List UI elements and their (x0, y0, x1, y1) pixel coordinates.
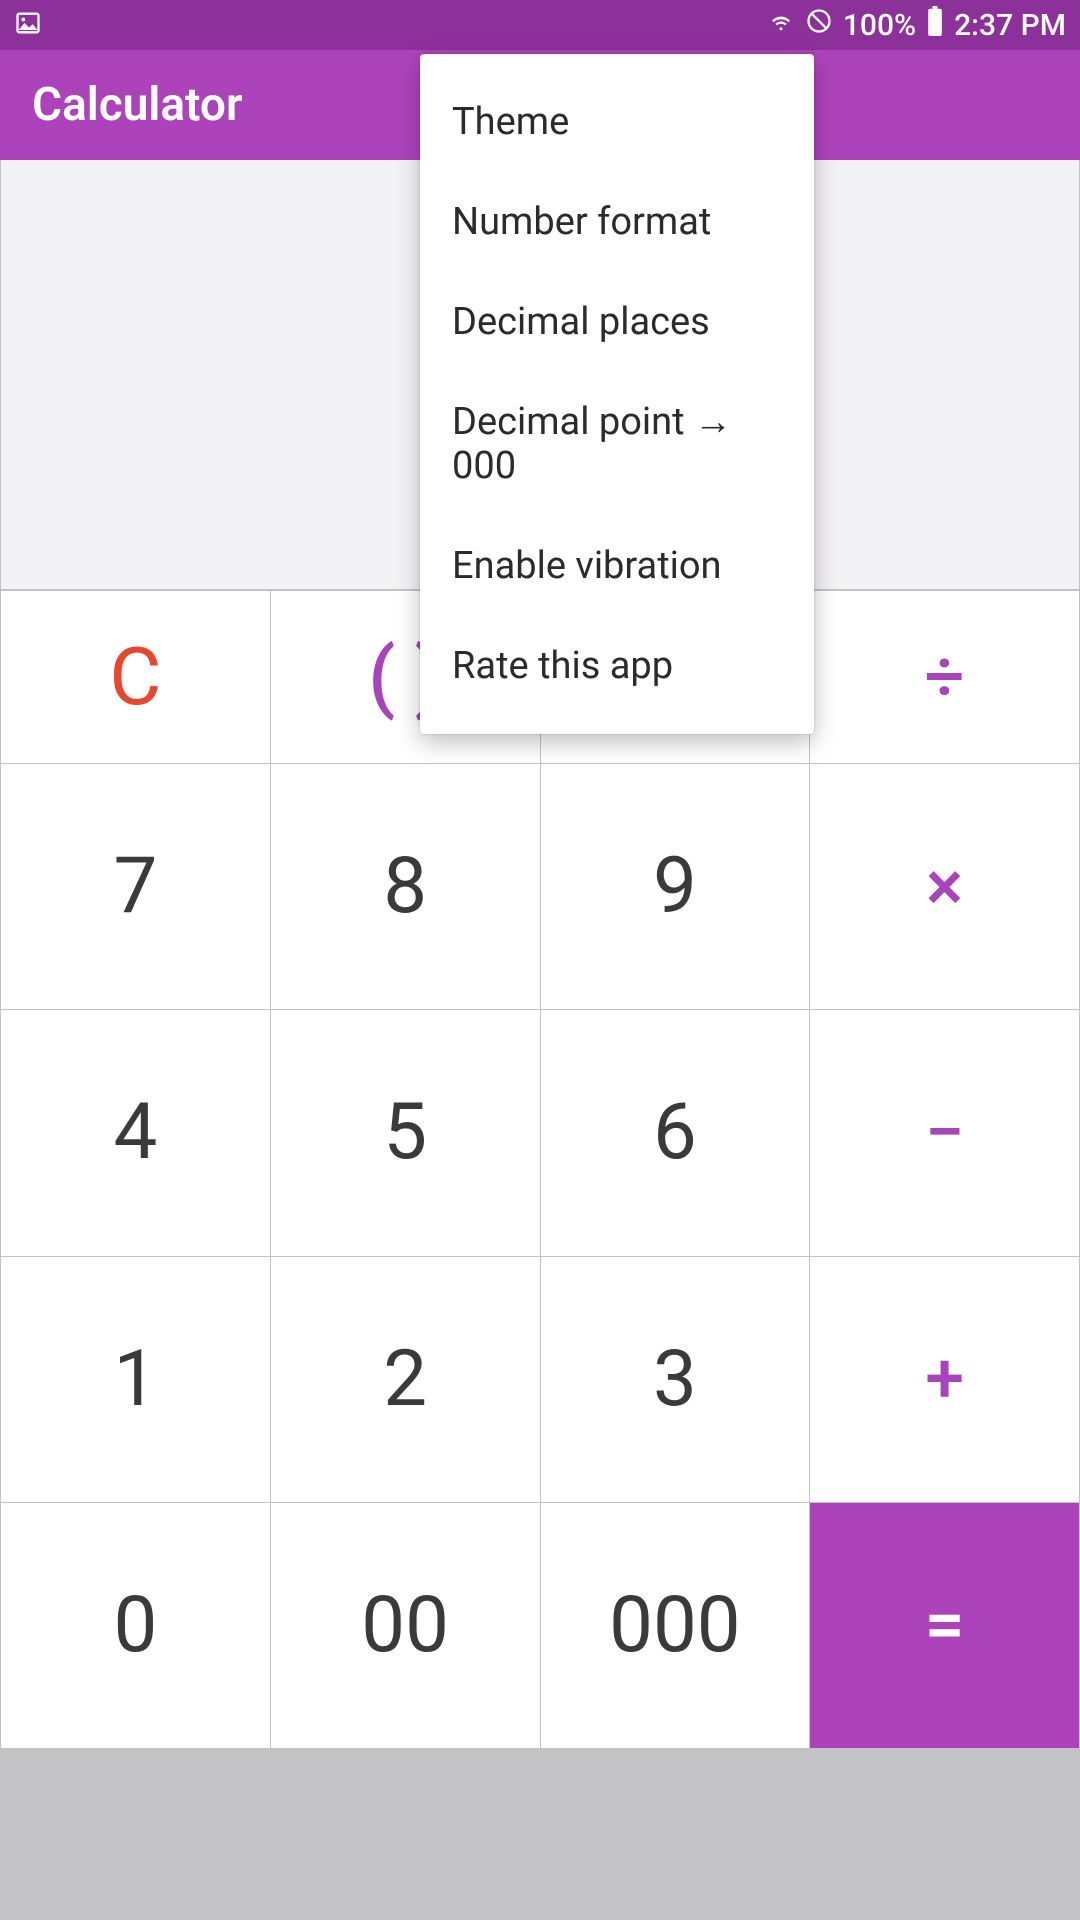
menu-item-rate-this-app[interactable]: Rate this app (420, 616, 814, 716)
menu-item-enable-vibration[interactable]: Enable vibration (420, 516, 814, 616)
menu-item-theme[interactable]: Theme (420, 72, 814, 172)
double-zero-button[interactable]: 00 (271, 1503, 540, 1748)
minus-button[interactable]: − (810, 1010, 1079, 1255)
triple-zero-button[interactable]: 000 (541, 1503, 810, 1748)
digit-6-button[interactable]: 6 (541, 1010, 810, 1255)
multiply-button[interactable]: × (810, 764, 1079, 1009)
digit-0-button[interactable]: 0 (1, 1503, 270, 1748)
digit-2-button[interactable]: 2 (271, 1257, 540, 1502)
digit-3-button[interactable]: 3 (541, 1257, 810, 1502)
divide-button[interactable]: ÷ (810, 591, 1079, 763)
clear-button[interactable]: C (1, 591, 270, 763)
digit-9-button[interactable]: 9 (541, 764, 810, 1009)
battery-icon (926, 6, 944, 44)
digit-1-button[interactable]: 1 (1, 1257, 270, 1502)
plus-button[interactable]: + (810, 1257, 1079, 1502)
picture-icon (14, 9, 42, 41)
digit-5-button[interactable]: 5 (271, 1010, 540, 1255)
menu-item-decimal-places[interactable]: Decimal places (420, 272, 814, 372)
app-title: Calculator (32, 78, 243, 132)
keypad: C ( ) ÷ 7 8 9 × 4 5 6 − 1 2 3 + 0 00 (0, 590, 1080, 1920)
battery-percent: 100% (843, 8, 916, 43)
digit-4-button[interactable]: 4 (1, 1010, 270, 1255)
menu-item-number-format[interactable]: Number format (420, 172, 814, 272)
no-signal-icon (805, 7, 833, 43)
clock: 2:37 PM (954, 8, 1066, 43)
equals-button[interactable]: = (810, 1503, 1079, 1748)
wifi-icon (767, 7, 795, 43)
status-bar: 100% 2:37 PM (0, 0, 1080, 50)
digit-8-button[interactable]: 8 (271, 764, 540, 1009)
overflow-menu: Theme Number format Decimal places Decim… (420, 54, 814, 734)
digit-7-button[interactable]: 7 (1, 764, 270, 1009)
menu-item-decimal-point-000[interactable]: Decimal point → 000 (420, 372, 814, 516)
